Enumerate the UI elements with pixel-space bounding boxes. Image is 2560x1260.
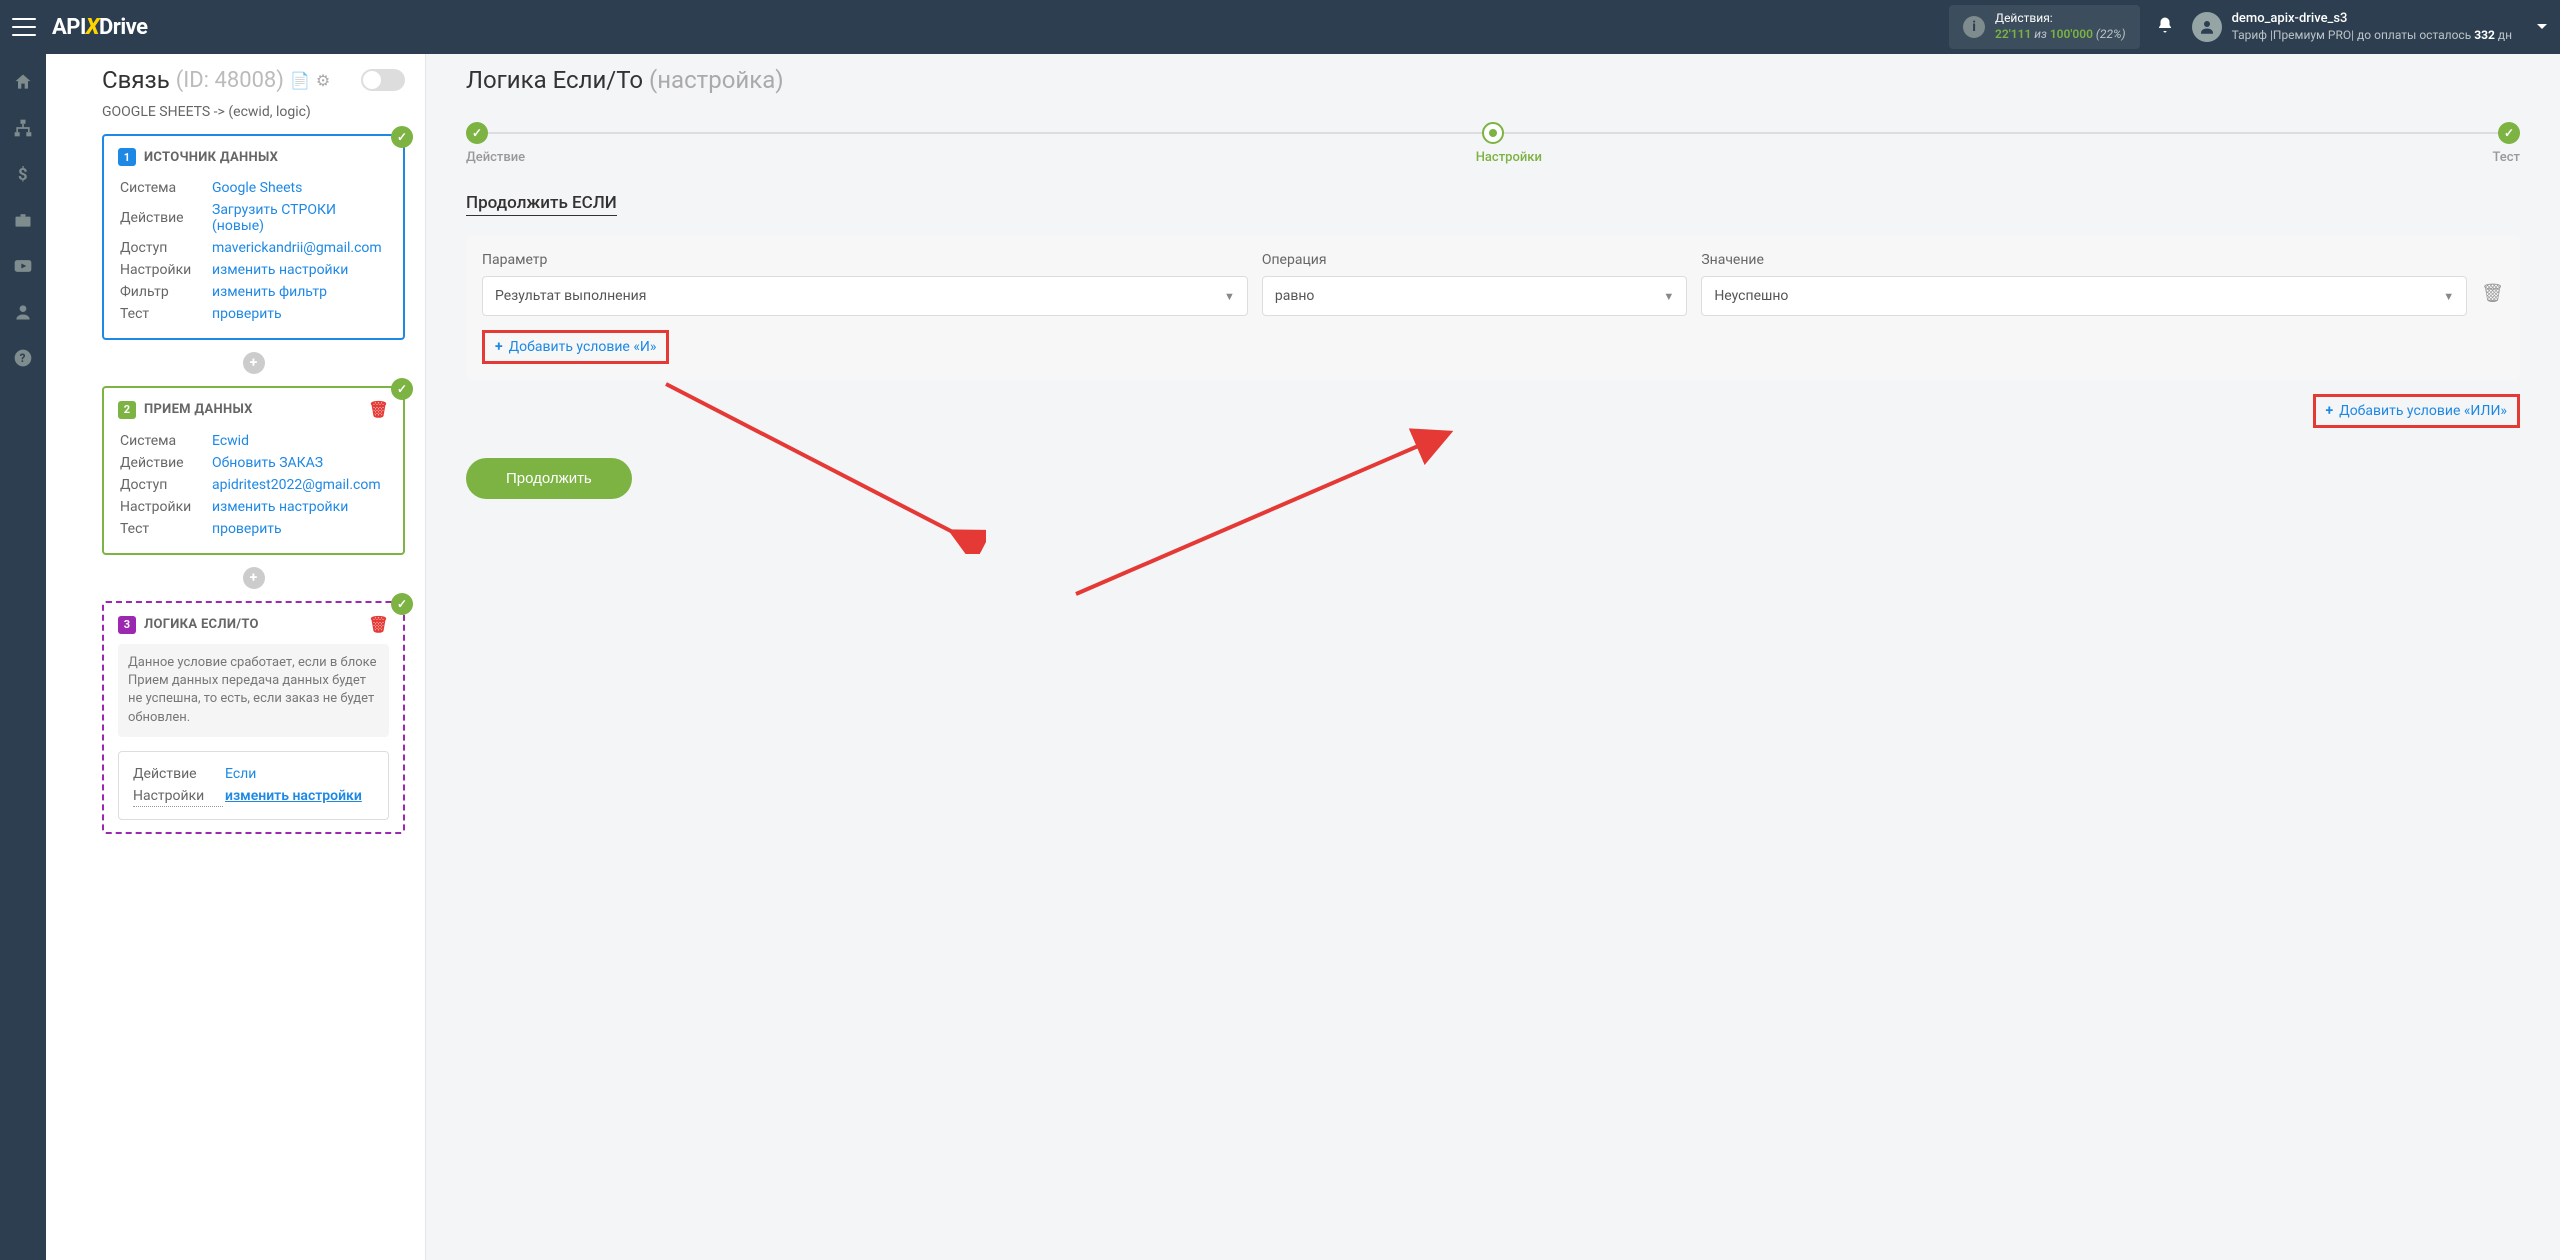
dest-access[interactable]: apidritest2022@gmail.com (212, 477, 381, 493)
sitemap-icon[interactable] (11, 116, 35, 140)
user-icon[interactable] (11, 300, 35, 324)
source-filter[interactable]: изменить фильтр (212, 284, 327, 300)
trash-icon[interactable]: 🗑 (368, 615, 389, 634)
content-area: Логика Если/То (настройка) ✓ ✓ Действие … (426, 54, 2560, 1260)
dollar-icon[interactable]: $ (11, 162, 35, 186)
step-active-icon (1482, 122, 1504, 144)
actions-counter[interactable]: i Действия: 22'111 из 100'000 (22%) (1949, 5, 2140, 48)
dest-settings[interactable]: изменить настройки (212, 499, 348, 515)
field-label: Операция (1262, 252, 1687, 268)
trash-icon[interactable]: 🗑 (2481, 283, 2504, 304)
bell-icon[interactable] (2156, 16, 2174, 39)
destination-block: ✓ 2 ПРИЕМ ДАННЫХ 🗑 СистемаEcwid Действие… (102, 386, 405, 555)
value-select[interactable]: Неуспешно▼ (1701, 276, 2467, 316)
logic-note: Данное условие сработает, если в блоке П… (118, 644, 389, 737)
briefcase-icon[interactable] (11, 208, 35, 232)
source-action[interactable]: Загрузить СТРОКИ (новые) (212, 202, 336, 234)
dest-action[interactable]: Обновить ЗАКАЗ (212, 455, 323, 471)
chevron-down-icon[interactable] (2536, 19, 2548, 35)
section-title: Продолжить ЕСЛИ (466, 193, 617, 216)
check-icon: ✓ (391, 378, 413, 400)
user-tariff: Тариф |Премиум PRO| до оплаты осталось 3… (2232, 28, 2512, 44)
connection-sidebar: Связь (ID: 48008) 📄 ⚙ GOOGLE SHEETS -> (… (46, 54, 426, 1260)
continue-button[interactable]: Продолжить (466, 458, 632, 499)
chevron-down-icon: ▼ (2443, 290, 2454, 303)
condition-group: Параметр Результат выполнения▼ Операция … (466, 236, 2520, 380)
user-name: demo_apix-drive_s3 (2232, 11, 2512, 28)
left-rail: $ ? (0, 54, 46, 1260)
logic-block: ✓ 3 ЛОГИКА ЕСЛИ/ТО 🗑 Данное условие сраб… (102, 601, 405, 834)
trash-icon[interactable]: 🗑 (368, 400, 389, 419)
info-icon: i (1963, 16, 1985, 38)
source-block: ✓ 1 ИСТОЧНИК ДАННЫХ СистемаGoogle Sheets… (102, 134, 405, 340)
progress-steps: ✓ ✓ (466, 122, 2520, 144)
youtube-icon[interactable] (11, 254, 35, 278)
add-and-button[interactable]: + Добавить условие «И» (482, 330, 669, 364)
dest-test[interactable]: проверить (212, 521, 282, 537)
source-access[interactable]: maverickandrii@gmail.com (212, 240, 382, 256)
hamburger-icon[interactable] (12, 18, 36, 36)
add-or-button[interactable]: + Добавить условие «ИЛИ» (2313, 394, 2520, 428)
step-label[interactable]: Настройки (1476, 150, 1542, 165)
user-menu[interactable]: demo_apix-drive_s3 Тариф |Премиум PRO| д… (2192, 11, 2548, 43)
step-label[interactable]: Тест (2492, 150, 2520, 165)
check-icon: ✓ (391, 126, 413, 148)
page-title: Логика Если/То (настройка) (466, 66, 2520, 94)
check-icon: ✓ (391, 593, 413, 615)
logo: APIXDrive (52, 15, 148, 40)
add-block-button[interactable]: + (243, 567, 265, 589)
svg-text:?: ? (20, 351, 26, 365)
step-label[interactable]: Действие (466, 150, 525, 165)
document-icon[interactable]: 📄 (290, 71, 310, 90)
app-header: APIXDrive i Действия: 22'111 из 100'000 … (0, 0, 2560, 54)
source-test[interactable]: проверить (212, 306, 282, 322)
dest-system[interactable]: Ecwid (212, 433, 249, 449)
avatar-icon (2192, 12, 2222, 42)
destination-title: ПРИЕМ ДАННЫХ (144, 402, 253, 417)
gear-icon[interactable]: ⚙ (316, 71, 330, 90)
param-select[interactable]: Результат выполнения▼ (482, 276, 1248, 316)
connection-toggle[interactable] (361, 69, 405, 91)
chevron-down-icon: ▼ (1663, 290, 1674, 303)
step-done-icon: ✓ (2498, 122, 2520, 144)
chevron-down-icon: ▼ (1224, 290, 1235, 303)
source-settings[interactable]: изменить настройки (212, 262, 348, 278)
help-icon[interactable]: ? (11, 346, 35, 370)
svg-text:$: $ (18, 166, 28, 184)
field-label: Параметр (482, 252, 1248, 268)
logic-action[interactable]: Если (225, 766, 256, 782)
annotation-arrow (1066, 424, 1466, 604)
field-label: Значение (1701, 252, 2467, 268)
add-block-button[interactable]: + (243, 352, 265, 374)
connection-path: GOOGLE SHEETS -> (ecwid, logic) (102, 104, 405, 120)
source-system[interactable]: Google Sheets (212, 180, 302, 196)
logic-title: ЛОГИКА ЕСЛИ/ТО (144, 617, 259, 632)
operation-select[interactable]: равно▼ (1262, 276, 1687, 316)
connection-title: Связь (ID: 48008) 📄 ⚙ (102, 66, 405, 94)
source-title: ИСТОЧНИК ДАННЫХ (144, 150, 278, 165)
step-done-icon: ✓ (466, 122, 488, 144)
home-icon[interactable] (11, 70, 35, 94)
logic-settings[interactable]: изменить настройки (225, 788, 362, 804)
